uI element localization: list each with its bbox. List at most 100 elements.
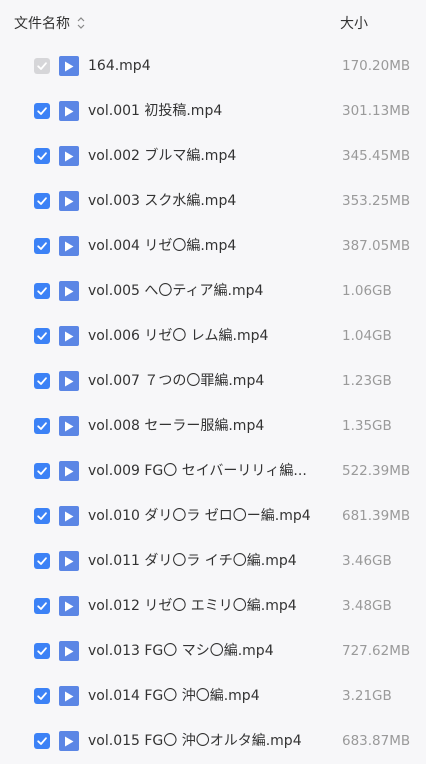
video-play-icon (59, 641, 79, 661)
file-row[interactable]: vol.014 FG〇 沖〇編.mp4 3.21GB (0, 674, 426, 719)
file-row[interactable]: vol.008 セーラー服編.mp4 1.35GB (0, 404, 426, 449)
video-play-icon (59, 551, 79, 571)
file-name: vol.015 FG〇 沖〇オルタ編.mp4 (88, 733, 302, 749)
checkmark-icon (36, 690, 48, 702)
file-size: 387.05MB (342, 238, 411, 254)
file-size: 1.23GB (342, 373, 392, 389)
file-checkbox[interactable] (34, 328, 50, 344)
file-row[interactable]: vol.010 ダリ〇ラ ゼロ〇ー編.mp4 681.39MB (0, 494, 426, 539)
file-size: 170.20MB (342, 58, 411, 74)
file-row[interactable]: vol.007 ７つの〇罪編.mp4 1.23GB (0, 359, 426, 404)
file-name: vol.001 初投稿.mp4 (88, 103, 223, 119)
checkmark-icon (36, 105, 48, 117)
video-play-icon (59, 731, 79, 751)
sort-updown-icon[interactable] (76, 15, 86, 31)
file-size: 522.39MB (342, 463, 411, 479)
checkmark-icon (36, 285, 48, 297)
file-size: 681.39MB (342, 508, 411, 524)
file-checkbox[interactable] (34, 418, 50, 434)
file-name: vol.006 リゼ〇 レム編.mp4 (88, 328, 269, 344)
file-size: 3.21GB (342, 688, 392, 704)
name-column-label: 文件名称 (14, 16, 70, 32)
video-play-icon (59, 101, 79, 121)
video-play-icon (59, 416, 79, 436)
file-checkbox[interactable] (34, 508, 50, 524)
file-name: 164.mp4 (88, 58, 151, 74)
file-size: 3.48GB (342, 598, 392, 614)
file-list: 164.mp4 170.20MB vol.001 初投稿.mp4 301.13MB vo… (0, 44, 426, 764)
file-name: vol.008 セーラー服編.mp4 (88, 418, 265, 434)
file-row[interactable]: vol.011 ダリ〇ラ イチ〇編.mp4 3.46GB (0, 539, 426, 584)
file-name: vol.012 リゼ〇 エミリ〇編.mp4 (88, 598, 297, 614)
file-size: 1.06GB (342, 283, 392, 299)
checkmark-icon (36, 465, 48, 477)
checkmark-icon (36, 240, 48, 252)
checkmark-icon (36, 735, 48, 747)
checkmark-icon (36, 600, 48, 612)
checkmark-icon (36, 555, 48, 567)
file-row[interactable]: 164.mp4 170.20MB (0, 44, 426, 89)
file-size: 727.62MB (342, 643, 411, 659)
video-play-icon (59, 506, 79, 526)
file-name: vol.014 FG〇 沖〇編.mp4 (88, 688, 260, 704)
video-play-icon (59, 596, 79, 616)
file-size: 345.45MB (342, 148, 411, 164)
checkmark-icon (36, 330, 48, 342)
video-play-icon (59, 686, 79, 706)
checkmark-icon (36, 420, 48, 432)
video-play-icon (59, 236, 79, 256)
file-row[interactable]: vol.012 リゼ〇 エミリ〇編.mp4 3.48GB (0, 584, 426, 629)
file-size: 3.46GB (342, 553, 392, 569)
file-row[interactable]: vol.009 FG〇 セイバーリリィ編... 522.39MB (0, 449, 426, 494)
video-play-icon (59, 191, 79, 211)
file-size: 683.87MB (342, 733, 411, 749)
file-checkbox[interactable] (34, 103, 50, 119)
file-row[interactable]: vol.015 FG〇 沖〇オルタ編.mp4 683.87MB (0, 719, 426, 764)
file-name: vol.013 FG〇 マシ〇編.mp4 (88, 643, 274, 659)
file-row[interactable]: vol.004 リゼ〇編.mp4 387.05MB (0, 224, 426, 269)
file-size: 1.04GB (342, 328, 392, 344)
video-play-icon (59, 56, 79, 76)
file-name: vol.009 FG〇 セイバーリリィ編... (88, 463, 307, 479)
file-checkbox[interactable] (34, 733, 50, 749)
video-play-icon (59, 281, 79, 301)
video-play-icon (59, 461, 79, 481)
file-checkbox[interactable] (34, 283, 50, 299)
file-name: vol.010 ダリ〇ラ ゼロ〇ー編.mp4 (88, 508, 311, 524)
video-play-icon (59, 371, 79, 391)
file-size: 1.35GB (342, 418, 392, 434)
checkmark-icon (36, 510, 48, 522)
video-play-icon (59, 146, 79, 166)
file-checkbox[interactable] (34, 148, 50, 164)
file-checkbox[interactable] (34, 238, 50, 254)
file-checkbox[interactable] (34, 373, 50, 389)
file-checkbox[interactable] (34, 553, 50, 569)
file-name: vol.005 へ〇ティア編.mp4 (88, 283, 264, 299)
video-play-icon (59, 326, 79, 346)
checkmark-icon (36, 645, 48, 657)
file-checkbox[interactable] (34, 688, 50, 704)
file-checkbox[interactable] (34, 598, 50, 614)
file-checkbox[interactable] (34, 463, 50, 479)
file-checkbox (34, 58, 50, 74)
checkmark-icon (36, 150, 48, 162)
file-row[interactable]: vol.005 へ〇ティア編.mp4 1.06GB (0, 269, 426, 314)
file-name: vol.003 スク水編.mp4 (88, 193, 237, 209)
checkmark-icon (36, 375, 48, 387)
checkmark-icon (36, 195, 48, 207)
file-checkbox[interactable] (34, 643, 50, 659)
checkmark-icon (36, 60, 48, 72)
file-size: 353.25MB (342, 193, 411, 209)
file-row[interactable]: vol.003 スク水編.mp4 353.25MB (0, 179, 426, 224)
file-name: vol.007 ７つの〇罪編.mp4 (88, 373, 265, 389)
file-row[interactable]: vol.002 ブルマ編.mp4 345.45MB (0, 134, 426, 179)
file-row[interactable]: vol.001 初投稿.mp4 301.13MB (0, 89, 426, 134)
file-name: vol.011 ダリ〇ラ イチ〇編.mp4 (88, 553, 297, 569)
file-row[interactable]: vol.006 リゼ〇 レム編.mp4 1.04GB (0, 314, 426, 359)
file-row[interactable]: vol.013 FG〇 マシ〇編.mp4 727.62MB (0, 629, 426, 674)
file-size: 301.13MB (342, 103, 411, 119)
file-checkbox[interactable] (34, 193, 50, 209)
name-column-header[interactable]: 文件名称 (14, 13, 86, 33)
file-name: vol.002 ブルマ編.mp4 (88, 148, 237, 164)
size-column-header[interactable]: 大小 (340, 13, 368, 33)
